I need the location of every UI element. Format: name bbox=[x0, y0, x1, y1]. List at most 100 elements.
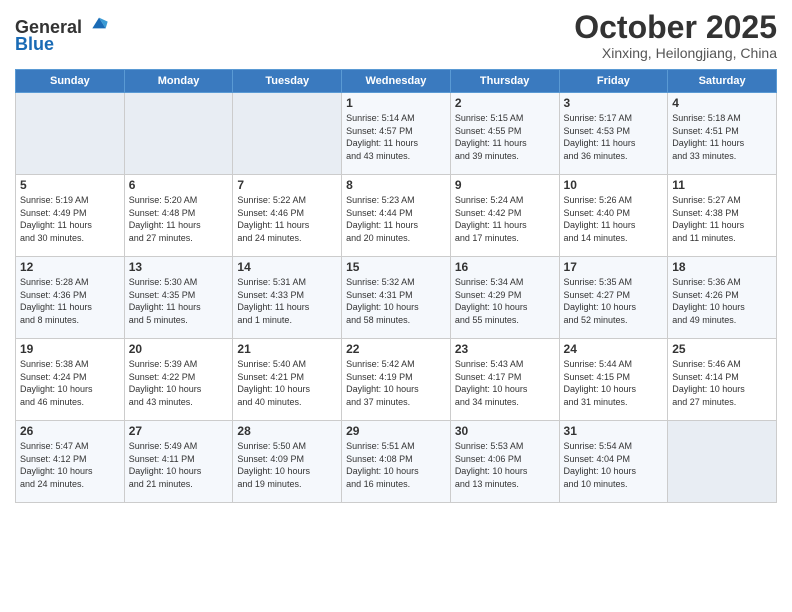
day-number: 8 bbox=[346, 178, 446, 192]
calendar-cell: 7 Sunrise: 5:22 AM Sunset: 4:46 PM Daylig… bbox=[233, 175, 342, 257]
weekday-header-friday: Friday bbox=[559, 70, 668, 93]
page-header: General Blue October 2025 Xinxing, Heilo… bbox=[15, 10, 777, 61]
day-info: Sunrise: 5:50 AM Sunset: 4:09 PM Dayligh… bbox=[237, 440, 337, 490]
calendar-cell bbox=[124, 93, 233, 175]
calendar-cell: 23Sunrise: 5:43 AM Sunset: 4:17 PM Dayli… bbox=[450, 339, 559, 421]
calendar-cell: 2Sunrise: 5:15 AM Sunset: 4:55 PM Daylig… bbox=[450, 93, 559, 175]
calendar-cell: 25 Sunrise: 5:46 AM Sunset: 4:14 PM Dayli… bbox=[668, 339, 777, 421]
calendar-week-row: 26 Sunrise: 5:47 AM Sunset: 4:12 PM Dayli… bbox=[16, 421, 777, 503]
calendar-cell: 15 Sunrise: 5:32 AM Sunset: 4:31 PM Dayli… bbox=[342, 257, 451, 339]
day-number: 11 bbox=[672, 178, 772, 192]
calendar-cell: 21 Sunrise: 5:40 AM Sunset: 4:21 PM Dayli… bbox=[233, 339, 342, 421]
weekday-header-saturday: Saturday bbox=[668, 70, 777, 93]
day-info: Sunrise: 5:54 AM Sunset: 4:04 PM Dayligh… bbox=[564, 440, 664, 490]
day-info: Sunrise: 5:47 AM Sunset: 4:12 PM Dayligh… bbox=[20, 440, 120, 490]
day-number: 21 bbox=[237, 342, 337, 356]
calendar-cell: 19 Sunrise: 5:38 AM Sunset: 4:24 PM Dayli… bbox=[16, 339, 125, 421]
day-number: 29 bbox=[346, 424, 446, 438]
day-number: 3 bbox=[564, 96, 664, 110]
calendar-cell: 4Sunrise: 5:18 AM Sunset: 4:51 PM Daylig… bbox=[668, 93, 777, 175]
logo-blue: Blue bbox=[15, 34, 54, 55]
calendar-cell: 16Sunrise: 5:34 AM Sunset: 4:29 PM Dayli… bbox=[450, 257, 559, 339]
day-info: Sunrise: 5:23 AM Sunset: 4:44 PM Dayligh… bbox=[346, 194, 446, 244]
day-number: 1 bbox=[346, 96, 446, 110]
weekday-header-sunday: Sunday bbox=[16, 70, 125, 93]
day-number: 14 bbox=[237, 260, 337, 274]
day-number: 28 bbox=[237, 424, 337, 438]
calendar-week-row: 12 Sunrise: 5:28 AM Sunset: 4:36 PM Dayli… bbox=[16, 257, 777, 339]
day-number: 12 bbox=[20, 260, 120, 274]
calendar-cell: 12 Sunrise: 5:28 AM Sunset: 4:36 PM Dayli… bbox=[16, 257, 125, 339]
calendar-cell: 28 Sunrise: 5:50 AM Sunset: 4:09 PM Dayli… bbox=[233, 421, 342, 503]
day-info: Sunrise: 5:34 AM Sunset: 4:29 PM Dayligh… bbox=[455, 276, 555, 326]
day-info: Sunrise: 5:30 AM Sunset: 4:35 PM Dayligh… bbox=[129, 276, 229, 326]
calendar-cell: 27 Sunrise: 5:49 AM Sunset: 4:11 PM Dayli… bbox=[124, 421, 233, 503]
calendar-cell: 13Sunrise: 5:30 AM Sunset: 4:35 PM Dayli… bbox=[124, 257, 233, 339]
day-info: Sunrise: 5:22 AM Sunset: 4:46 PM Dayligh… bbox=[237, 194, 337, 244]
day-info: Sunrise: 5:31 AM Sunset: 4:33 PM Dayligh… bbox=[237, 276, 337, 326]
day-info: Sunrise: 5:46 AM Sunset: 4:14 PM Dayligh… bbox=[672, 358, 772, 408]
calendar-cell bbox=[233, 93, 342, 175]
calendar-cell: 22Sunrise: 5:42 AM Sunset: 4:19 PM Dayli… bbox=[342, 339, 451, 421]
calendar-cell: 6 Sunrise: 5:20 AM Sunset: 4:48 PM Daylig… bbox=[124, 175, 233, 257]
day-number: 25 bbox=[672, 342, 772, 356]
day-number: 15 bbox=[346, 260, 446, 274]
day-info: Sunrise: 5:44 AM Sunset: 4:15 PM Dayligh… bbox=[564, 358, 664, 408]
calendar-cell: 5Sunrise: 5:19 AM Sunset: 4:49 PM Daylig… bbox=[16, 175, 125, 257]
calendar-cell: 29 Sunrise: 5:51 AM Sunset: 4:08 PM Dayli… bbox=[342, 421, 451, 503]
day-number: 22 bbox=[346, 342, 446, 356]
day-number: 4 bbox=[672, 96, 772, 110]
calendar-cell: 14 Sunrise: 5:31 AM Sunset: 4:33 PM Dayli… bbox=[233, 257, 342, 339]
day-info: Sunrise: 5:27 AM Sunset: 4:38 PM Dayligh… bbox=[672, 194, 772, 244]
calendar-cell: 3 Sunrise: 5:17 AM Sunset: 4:53 PM Daylig… bbox=[559, 93, 668, 175]
logo: General Blue bbox=[15, 15, 109, 55]
day-info: Sunrise: 5:49 AM Sunset: 4:11 PM Dayligh… bbox=[129, 440, 229, 490]
calendar-cell: 31 Sunrise: 5:54 AM Sunset: 4:04 PM Dayli… bbox=[559, 421, 668, 503]
day-number: 7 bbox=[237, 178, 337, 192]
calendar-cell: 1 Sunrise: 5:14 AM Sunset: 4:57 PM Daylig… bbox=[342, 93, 451, 175]
day-number: 26 bbox=[20, 424, 120, 438]
calendar-cell bbox=[16, 93, 125, 175]
day-info: Sunrise: 5:20 AM Sunset: 4:48 PM Dayligh… bbox=[129, 194, 229, 244]
weekday-header-tuesday: Tuesday bbox=[233, 70, 342, 93]
calendar-cell: 30Sunrise: 5:53 AM Sunset: 4:06 PM Dayli… bbox=[450, 421, 559, 503]
calendar-cell: 10 Sunrise: 5:26 AM Sunset: 4:40 PM Dayli… bbox=[559, 175, 668, 257]
title-block: October 2025 Xinxing, Heilongjiang, Chin… bbox=[574, 10, 777, 61]
day-number: 31 bbox=[564, 424, 664, 438]
day-number: 27 bbox=[129, 424, 229, 438]
day-number: 18 bbox=[672, 260, 772, 274]
calendar-cell: 24 Sunrise: 5:44 AM Sunset: 4:15 PM Dayli… bbox=[559, 339, 668, 421]
calendar-cell: 26 Sunrise: 5:47 AM Sunset: 4:12 PM Dayli… bbox=[16, 421, 125, 503]
month-title: October 2025 bbox=[574, 10, 777, 45]
day-number: 5 bbox=[20, 178, 120, 192]
day-number: 10 bbox=[564, 178, 664, 192]
day-info: Sunrise: 5:32 AM Sunset: 4:31 PM Dayligh… bbox=[346, 276, 446, 326]
day-info: Sunrise: 5:51 AM Sunset: 4:08 PM Dayligh… bbox=[346, 440, 446, 490]
calendar-cell: 11 Sunrise: 5:27 AM Sunset: 4:38 PM Dayli… bbox=[668, 175, 777, 257]
calendar-cell: 8 Sunrise: 5:23 AM Sunset: 4:44 PM Daylig… bbox=[342, 175, 451, 257]
day-number: 20 bbox=[129, 342, 229, 356]
calendar-cell: 17 Sunrise: 5:35 AM Sunset: 4:27 PM Dayli… bbox=[559, 257, 668, 339]
weekday-header-monday: Monday bbox=[124, 70, 233, 93]
location-subtitle: Xinxing, Heilongjiang, China bbox=[574, 45, 777, 61]
day-number: 6 bbox=[129, 178, 229, 192]
day-info: Sunrise: 5:26 AM Sunset: 4:40 PM Dayligh… bbox=[564, 194, 664, 244]
day-info: Sunrise: 5:43 AM Sunset: 4:17 PM Dayligh… bbox=[455, 358, 555, 408]
day-number: 30 bbox=[455, 424, 555, 438]
day-info: Sunrise: 5:28 AM Sunset: 4:36 PM Dayligh… bbox=[20, 276, 120, 326]
calendar-week-row: 1 Sunrise: 5:14 AM Sunset: 4:57 PM Daylig… bbox=[16, 93, 777, 175]
weekday-header-row: SundayMondayTuesdayWednesdayThursdayFrid… bbox=[16, 70, 777, 93]
day-number: 24 bbox=[564, 342, 664, 356]
day-info: Sunrise: 5:38 AM Sunset: 4:24 PM Dayligh… bbox=[20, 358, 120, 408]
calendar-table: SundayMondayTuesdayWednesdayThursdayFrid… bbox=[15, 69, 777, 503]
calendar-week-row: 5Sunrise: 5:19 AM Sunset: 4:49 PM Daylig… bbox=[16, 175, 777, 257]
day-info: Sunrise: 5:40 AM Sunset: 4:21 PM Dayligh… bbox=[237, 358, 337, 408]
day-info: Sunrise: 5:35 AM Sunset: 4:27 PM Dayligh… bbox=[564, 276, 664, 326]
day-info: Sunrise: 5:14 AM Sunset: 4:57 PM Dayligh… bbox=[346, 112, 446, 162]
day-number: 19 bbox=[20, 342, 120, 356]
day-number: 17 bbox=[564, 260, 664, 274]
day-info: Sunrise: 5:17 AM Sunset: 4:53 PM Dayligh… bbox=[564, 112, 664, 162]
day-number: 9 bbox=[455, 178, 555, 192]
weekday-header-thursday: Thursday bbox=[450, 70, 559, 93]
calendar-cell: 18Sunrise: 5:36 AM Sunset: 4:26 PM Dayli… bbox=[668, 257, 777, 339]
